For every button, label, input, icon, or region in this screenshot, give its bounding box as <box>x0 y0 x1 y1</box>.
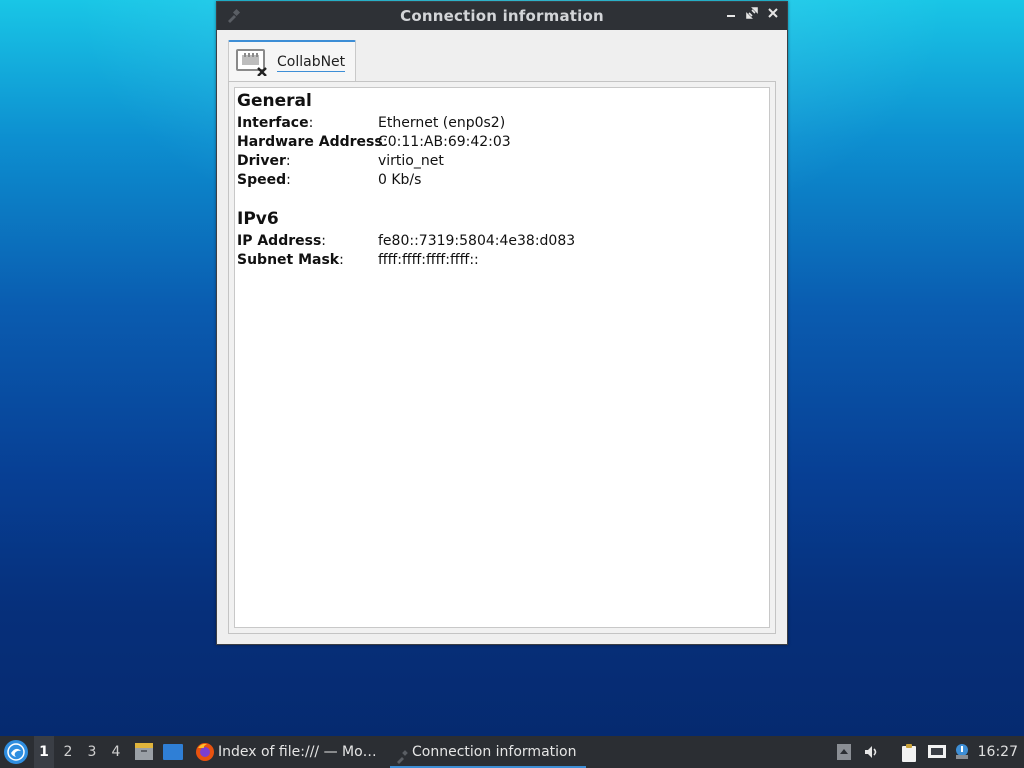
close-icon <box>767 8 778 18</box>
task-firefox[interactable]: Index of file:/// — Mo… <box>218 736 383 768</box>
maximize-icon <box>745 7 758 19</box>
window-title: Connection information <box>400 7 604 25</box>
taskbar: 1 2 3 4 Index of file:/// — Mo… Connecti… <box>0 736 1024 768</box>
info-row-interface: Interface: Ethernet (enp0s2) <box>237 115 506 131</box>
info-row-subnet-mask: Subnet Mask: ffff:ffff:ffff:ffff:: <box>237 252 479 268</box>
info-row-ip-address: IP Address: fe80::7319:5804:4e38:d083 <box>237 233 576 249</box>
wired-network-disconnected-icon <box>236 48 267 77</box>
workspace-1[interactable]: 1 <box>34 736 54 768</box>
window-titlebar[interactable]: Connection information <box>217 2 787 30</box>
minimize-icon <box>726 15 735 17</box>
subnet-mask-value: ffff:ffff:ffff:ffff:: <box>378 252 479 268</box>
firefox-task-icon <box>195 742 215 762</box>
firefox-icon <box>196 743 214 761</box>
info-row-speed: Speed: 0 Kb/s <box>237 172 422 188</box>
close-button[interactable] <box>764 6 781 26</box>
speed-value: 0 Kb/s <box>378 172 422 188</box>
clipboard-icon[interactable] <box>900 743 918 762</box>
workspace-4[interactable]: 4 <box>106 736 126 768</box>
tab-panel: General Interface: Ethernet (enp0s2) Har… <box>228 81 776 634</box>
hardware-address-label: Hardware Address <box>237 134 383 150</box>
show-desktop-launcher[interactable] <box>162 742 183 762</box>
ipv6-heading: IPv6 <box>237 209 279 229</box>
driver-label: Driver <box>237 153 286 169</box>
tab-collabnet[interactable]: CollabNet <box>228 40 356 82</box>
ip-address-value: fe80::7319:5804:4e38:d083 <box>378 233 576 249</box>
clock[interactable]: 16:27 <box>978 736 1018 768</box>
connection-details: General Interface: Ethernet (enp0s2) Har… <box>234 87 770 628</box>
start-menu-button[interactable] <box>4 740 28 764</box>
info-row-hardware-address: Hardware Address: C0:11:AB:69:42:03 <box>237 134 511 150</box>
volume-icon[interactable] <box>863 743 881 761</box>
task-connection-information[interactable]: Connection information <box>390 736 586 768</box>
hardware-address-value: C0:11:AB:69:42:03 <box>378 134 511 150</box>
file-manager-icon <box>135 743 153 760</box>
connection-info-window: Connection information CollabNet General… <box>216 1 788 645</box>
tab-label: CollabNet <box>277 54 346 72</box>
speed-label: Speed <box>237 172 287 188</box>
interface-label: Interface <box>237 115 309 131</box>
update-notifier-icon[interactable] <box>953 743 971 761</box>
info-row-driver: Driver: virtio_net <box>237 153 444 169</box>
task-connection-information-label: Connection information <box>412 744 577 760</box>
driver-value: virtio_net <box>378 153 444 169</box>
minimize-button[interactable] <box>722 6 739 26</box>
workspace-3[interactable]: 3 <box>82 736 102 768</box>
interface-value: Ethernet (enp0s2) <box>378 115 506 131</box>
maximize-button[interactable] <box>743 6 760 26</box>
tray-expand-icon[interactable] <box>835 743 853 761</box>
lubuntu-logo-icon <box>7 743 25 761</box>
subnet-mask-label: Subnet Mask <box>237 252 340 268</box>
network-task-icon <box>395 744 409 764</box>
network-status-icon[interactable] <box>927 743 947 761</box>
general-heading: General <box>237 91 312 111</box>
show-desktop-icon <box>163 744 183 760</box>
ip-address-label: IP Address <box>237 233 322 249</box>
file-manager-launcher[interactable] <box>134 742 154 762</box>
workspace-2[interactable]: 2 <box>58 736 78 768</box>
